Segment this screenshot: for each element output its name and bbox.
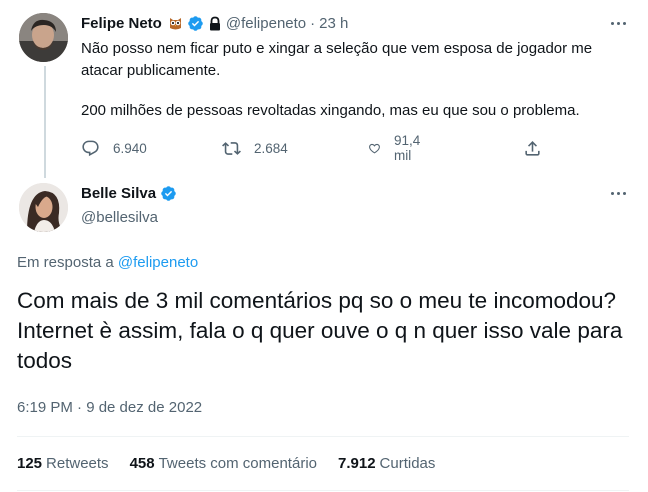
separator-dot: ·: [310, 14, 316, 32]
retweets-stat[interactable]: 125 Retweets: [17, 455, 109, 472]
verified-badge-icon: [160, 185, 177, 202]
quote-tweets-stat[interactable]: 458 Tweets com comentário: [130, 455, 317, 472]
author-handle[interactable]: @bellesilva: [81, 209, 158, 226]
parent-tweet[interactable]: Felipe Neto @felipeneto · 23 h Não posso…: [0, 0, 648, 180]
parent-tweet-text: Não posso nem ficar puto e xingar a sele…: [81, 38, 631, 122]
parent-header: Felipe Neto @felipeneto · 23 h: [81, 13, 348, 33]
tweet-text-paragraph: Não posso nem ficar puto e xingar a sele…: [81, 40, 593, 79]
reply-prefix: Em resposta a: [17, 254, 114, 271]
share-icon: [525, 140, 540, 156]
more-icon[interactable]: [606, 184, 630, 202]
author-name[interactable]: Belle Silva: [81, 185, 156, 202]
like-count: 91,4 mil: [393, 133, 421, 163]
divider: [17, 490, 629, 491]
owl-emoji-icon: [168, 16, 183, 31]
reply-to-link[interactable]: @felipeneto: [118, 254, 198, 271]
tweet-time[interactable]: 23 h: [319, 15, 348, 32]
thread-line: [44, 66, 46, 178]
likes-count: 7.912: [338, 455, 376, 472]
avatar-belle[interactable]: [19, 183, 68, 232]
tweet-timestamp[interactable]: 6:19 PM · 9 de dez de 2022: [17, 399, 202, 416]
reply-button[interactable]: 6.940: [81, 138, 147, 158]
lock-icon: [208, 16, 222, 31]
verified-badge-icon: [187, 15, 204, 32]
likes-stat[interactable]: 7.912 Curtidas: [338, 455, 435, 472]
retweet-button[interactable]: 2.684: [222, 138, 288, 158]
replying-to: Em resposta a @felipeneto: [17, 254, 198, 271]
like-button[interactable]: 91,4 mil: [368, 133, 426, 163]
more-icon[interactable]: [606, 14, 630, 32]
avatar-felipe[interactable]: [19, 13, 68, 62]
likes-label: Curtidas: [379, 455, 436, 472]
tweet-stats: 125 Retweets 458 Tweets com comentário 7…: [17, 455, 456, 472]
quote-tweets-count: 458: [129, 455, 155, 472]
main-author-header: Belle Silva: [81, 185, 177, 202]
share-button[interactable]: [523, 138, 542, 158]
like-icon: [369, 143, 380, 153]
retweet-count: 2.684: [254, 140, 288, 156]
main-tweet-text: Com mais de 3 mil comentários pq so o me…: [17, 288, 623, 373]
quote-tweets-label: Tweets com comentário: [158, 455, 317, 472]
divider: [17, 436, 629, 437]
retweets-label: Retweets: [46, 455, 109, 472]
retweet-icon: [222, 141, 241, 155]
author-name[interactable]: Felipe Neto: [81, 15, 162, 32]
reply-count: 6.940: [113, 140, 147, 156]
retweets-count: 125: [17, 455, 43, 472]
author-handle[interactable]: @felipeneto: [226, 15, 306, 32]
reply-icon: [82, 140, 99, 156]
tweet-text-paragraph: 200 milhões de pessoas revoltadas xingan…: [81, 102, 580, 119]
